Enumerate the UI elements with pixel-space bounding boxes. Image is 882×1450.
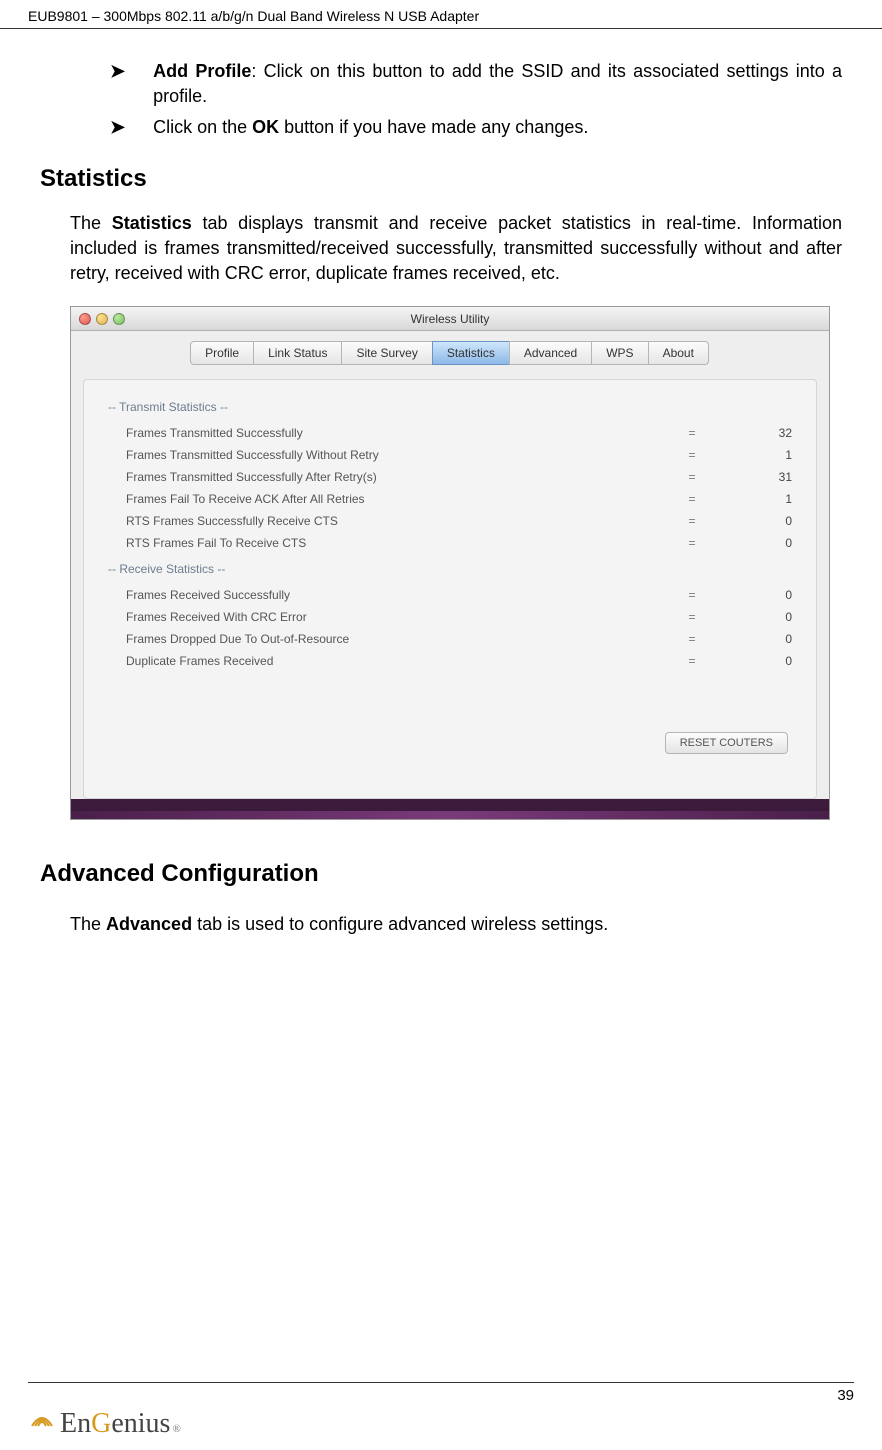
tab-profile[interactable]: Profile [190,341,254,365]
bullet-text: Click on the OK button if you have made … [153,115,588,140]
stat-row: Frames Transmitted Successfully=32 [108,422,792,444]
equals-icon: = [652,470,732,484]
window-bottom-strip [71,811,829,819]
tab-advanced[interactable]: Advanced [509,341,592,365]
advanced-heading: Advanced Configuration [40,860,842,888]
stat-value: 0 [732,588,792,602]
logo-text: EnGenius® [60,1408,181,1440]
stat-row: Frames Fail To Receive ACK After All Ret… [108,488,792,510]
stat-value: 1 [732,492,792,506]
arrow-icon: ➤ [110,115,125,140]
header-product: EUB9801 – 300Mbps 802.11 a/b/g/n Dual Ba… [28,8,479,24]
logo: EnGenius® [28,1408,854,1440]
transmit-heading: -- Transmit Statistics -- [108,400,792,414]
page-header: EUB9801 – 300Mbps 802.11 a/b/g/n Dual Ba… [0,0,882,29]
tab-site-survey[interactable]: Site Survey [341,341,432,365]
stat-label: Frames Received With CRC Error [126,610,652,624]
reset-counters-button[interactable]: RESET COUTERS [665,732,788,754]
wireless-utility-window: Wireless Utility Profile Link Status Sit… [70,306,830,820]
equals-icon: = [652,588,732,602]
stat-row: RTS Frames Successfully Receive CTS=0 [108,510,792,532]
equals-icon: = [652,492,732,506]
stat-label: Frames Dropped Due To Out-of-Resource [126,632,652,646]
stat-label: Duplicate Frames Received [126,654,652,668]
stat-label: Frames Received Successfully [126,588,652,602]
registered-icon: ® [172,1423,180,1435]
stat-row: Duplicate Frames Received=0 [108,650,792,672]
stat-row: Frames Transmitted Successfully Without … [108,444,792,466]
logo-swoosh-icon [28,1406,56,1436]
stat-label: Frames Transmitted Successfully [126,426,652,440]
stat-label: Frames Transmitted Successfully After Re… [126,470,652,484]
page-number: 39 [837,1387,854,1404]
panel-footer: RESET COUTERS [108,732,792,754]
stat-value: 0 [732,514,792,528]
stat-value: 1 [732,448,792,462]
stat-label: Frames Fail To Receive ACK After All Ret… [126,492,652,506]
bullet-text: Add Profile: Click on this button to add… [153,59,842,109]
stat-row: Frames Transmitted Successfully After Re… [108,466,792,488]
stat-value: 0 [732,632,792,646]
titlebar[interactable]: Wireless Utility [71,307,829,331]
stat-label: RTS Frames Successfully Receive CTS [126,514,652,528]
tab-statistics[interactable]: Statistics [432,341,510,365]
advanced-section: Advanced Configuration The Advanced tab … [40,860,842,937]
equals-icon: = [652,536,732,550]
stat-value: 0 [732,654,792,668]
stat-row: RTS Frames Fail To Receive CTS=0 [108,532,792,554]
bullet-ok: ➤ Click on the OK button if you have mad… [110,115,842,140]
equals-icon: = [652,514,732,528]
stat-row: Frames Received Successfully=0 [108,584,792,606]
stat-label: RTS Frames Fail To Receive CTS [126,536,652,550]
page-footer: 39 EnGenius® [28,1382,854,1440]
bullet-add-profile: ➤ Add Profile: Click on this button to a… [110,59,842,109]
stat-value: 32 [732,426,792,440]
advanced-paragraph: The Advanced tab is used to configure ad… [70,912,842,937]
window-title: Wireless Utility [71,312,829,326]
arrow-icon: ➤ [110,59,125,109]
statistics-paragraph: The Statistics tab displays transmit and… [70,211,842,287]
stat-value: 0 [732,610,792,624]
equals-icon: = [652,448,732,462]
tab-wps[interactable]: WPS [591,341,648,365]
stat-row: Frames Received With CRC Error=0 [108,606,792,628]
statistics-panel: -- Transmit Statistics -- Frames Transmi… [83,379,817,799]
footer-line: 39 [28,1382,854,1404]
stat-value: 31 [732,470,792,484]
stat-label: Frames Transmitted Successfully Without … [126,448,652,462]
equals-icon: = [652,654,732,668]
stat-value: 0 [732,536,792,550]
content-area: ➤ Add Profile: Click on this button to a… [0,29,882,937]
tabbar: Profile Link Status Site Survey Statisti… [71,331,829,379]
receive-heading: -- Receive Statistics -- [108,562,792,576]
statistics-heading: Statistics [40,165,842,193]
equals-icon: = [652,632,732,646]
window-body: Profile Link Status Site Survey Statisti… [71,331,829,799]
equals-icon: = [652,610,732,624]
tab-link-status[interactable]: Link Status [253,341,342,365]
equals-icon: = [652,426,732,440]
stat-row: Frames Dropped Due To Out-of-Resource=0 [108,628,792,650]
tab-about[interactable]: About [648,341,709,365]
